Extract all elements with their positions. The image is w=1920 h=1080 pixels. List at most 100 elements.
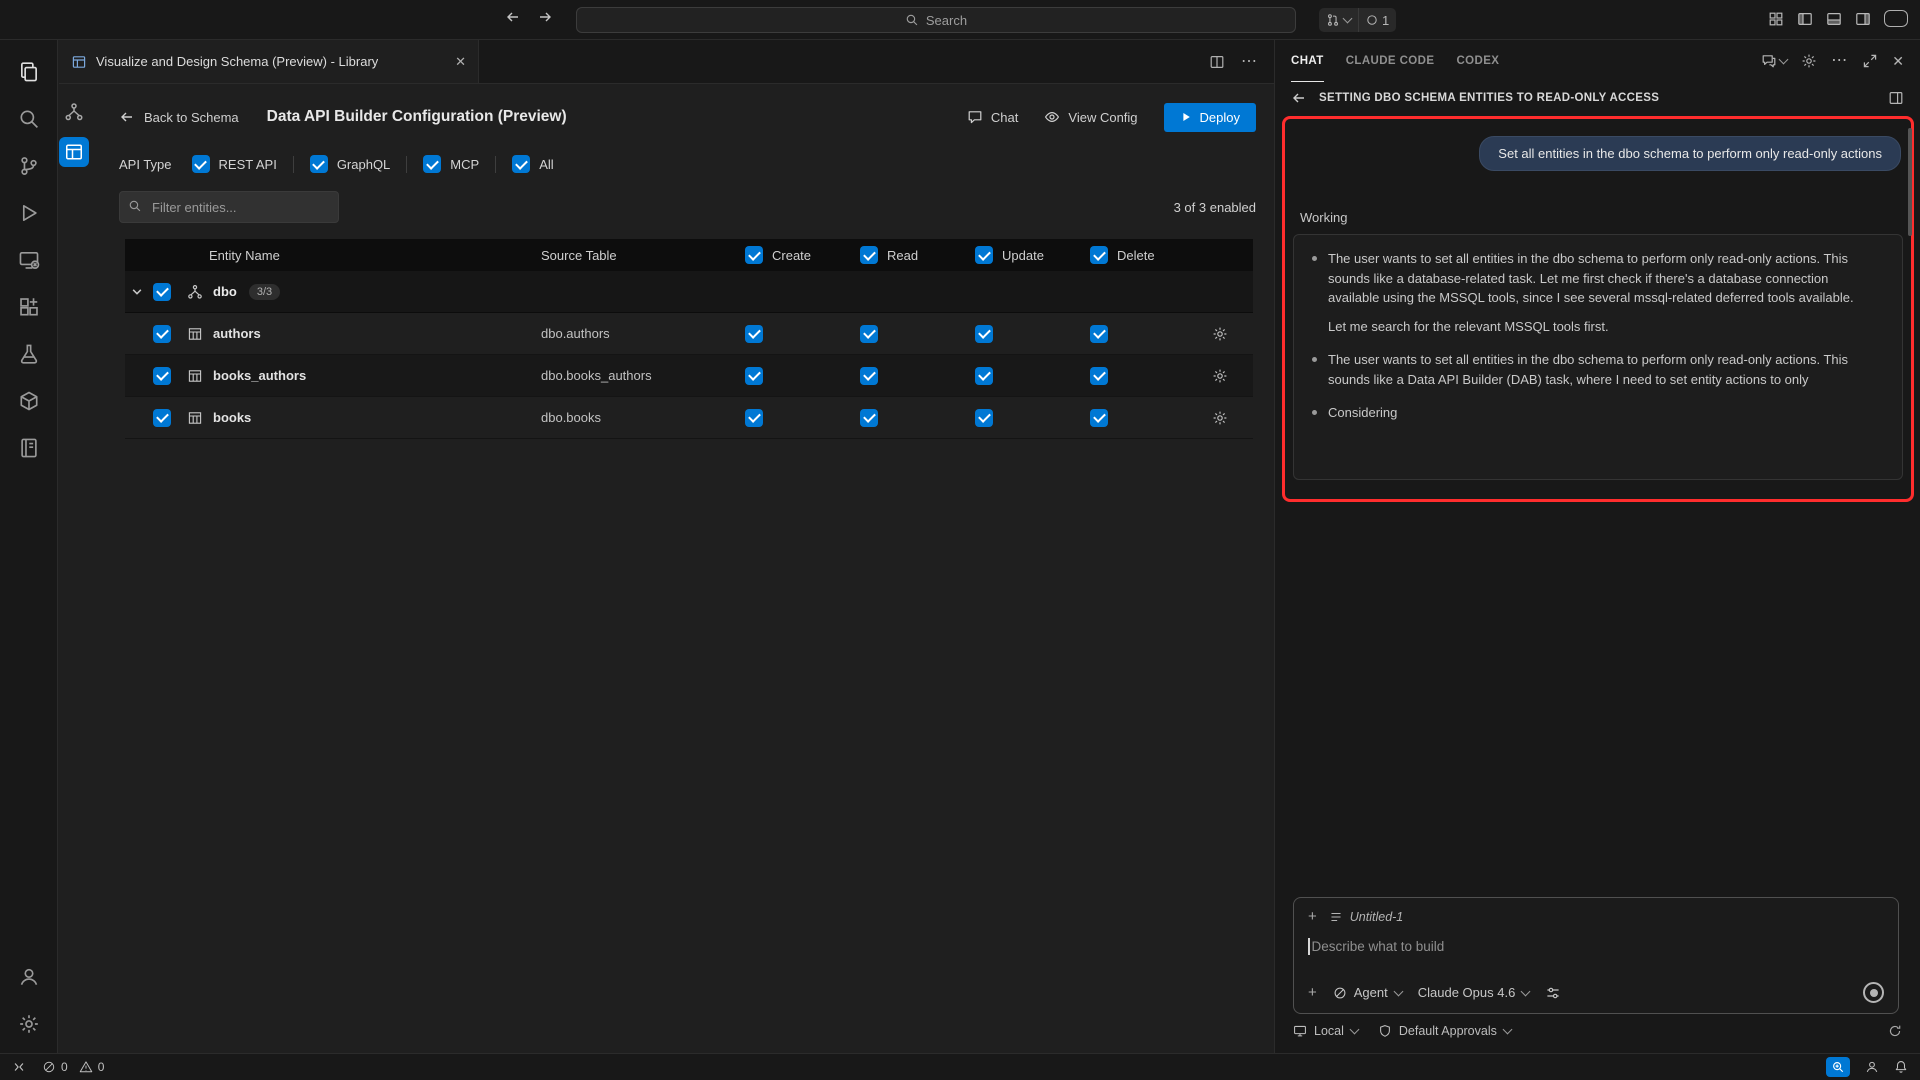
chat-prompt-input[interactable]: Describe what to build — [1308, 938, 1884, 955]
tab-close-icon[interactable]: ✕ — [455, 54, 466, 70]
model-picker-dropdown[interactable]: Claude Opus 4.6 — [1418, 985, 1530, 1000]
tab-chat[interactable]: CHAT — [1291, 40, 1324, 82]
notifications-bell-icon[interactable] — [1894, 1060, 1908, 1074]
nav-back-icon[interactable] — [505, 9, 521, 25]
view-config-button[interactable]: View Config — [1044, 109, 1137, 125]
remote-indicator-icon[interactable] — [12, 1060, 26, 1074]
delete-column-checkbox[interactable] — [1090, 246, 1108, 264]
accounts-icon[interactable] — [6, 953, 52, 1000]
attach-icon[interactable]: + — [1308, 984, 1317, 1001]
table-row[interactable]: authors dbo.authors — [125, 313, 1253, 355]
tab-codex[interactable]: CODEX — [1456, 40, 1499, 82]
delete-checkbox[interactable] — [1090, 367, 1108, 385]
maximize-panel-icon[interactable] — [1862, 53, 1878, 69]
open-in-editor-icon[interactable] — [1888, 90, 1904, 106]
read-checkbox[interactable] — [860, 367, 878, 385]
schema-group-checkbox[interactable] — [153, 283, 171, 301]
agent-mode-dropdown[interactable]: Agent — [1333, 985, 1402, 1000]
customize-layout-icon[interactable] — [1768, 11, 1784, 27]
schema-group-row[interactable]: dbo 3/3 — [125, 271, 1253, 313]
row-enable-checkbox[interactable] — [153, 409, 171, 427]
tab-visualize-schema[interactable]: Visualize and Design Schema (Preview) - … — [59, 40, 479, 83]
remote-explorer-icon[interactable] — [6, 236, 52, 283]
row-enable-checkbox[interactable] — [153, 367, 171, 385]
create-checkbox[interactable] — [745, 367, 763, 385]
api-builder-tool-icon[interactable] — [59, 137, 89, 167]
create-checkbox[interactable] — [745, 409, 763, 427]
command-center-search[interactable]: Search — [576, 7, 1296, 33]
tools-sliders-icon[interactable] — [1545, 985, 1561, 1001]
approvals-dropdown[interactable]: Default Approvals — [1378, 1024, 1511, 1038]
toggle-panel-icon[interactable] — [1826, 11, 1842, 27]
sync-status-button[interactable]: 1 — [1358, 8, 1396, 32]
delete-checkbox[interactable] — [1090, 409, 1108, 427]
row-enable-checkbox[interactable] — [153, 325, 171, 343]
accounts-globe-icon[interactable] — [1865, 1060, 1879, 1074]
row-settings-gear-icon[interactable] — [1187, 368, 1253, 384]
update-checkbox[interactable] — [975, 409, 993, 427]
refresh-icon[interactable] — [1888, 1024, 1902, 1038]
create-column-checkbox[interactable] — [745, 246, 763, 264]
graphql-checkbox[interactable] — [310, 155, 328, 173]
back-to-schema-button[interactable]: Back to Schema — [119, 109, 239, 125]
tab-claude-code[interactable]: CLAUDE CODE — [1346, 40, 1435, 82]
nav-forward-icon[interactable] — [537, 9, 553, 25]
toggle-secondary-sidebar-icon[interactable] — [1855, 11, 1871, 27]
problems-indicator[interactable]: 0 0 — [42, 1060, 104, 1074]
chat-more-actions-icon[interactable]: ⋯ — [1831, 56, 1848, 66]
more-actions-icon[interactable]: ⋯ — [1241, 57, 1258, 67]
chat-button[interactable]: Chat — [967, 109, 1018, 125]
chat-mode-dropdown[interactable] — [1761, 53, 1787, 69]
api-option-graphql[interactable]: GraphQL — [310, 155, 390, 173]
split-editor-icon[interactable] — [1209, 54, 1225, 70]
row-settings-gear-icon[interactable] — [1187, 326, 1253, 342]
chat-input-box[interactable]: + Untitled-1 Describe what to build + Ag… — [1293, 897, 1899, 1014]
update-checkbox[interactable] — [975, 325, 993, 343]
toggle-sidebar-icon[interactable] — [1797, 11, 1813, 27]
environment-dropdown[interactable]: Local — [1293, 1024, 1358, 1038]
schema-graph-tool-icon[interactable] — [59, 97, 89, 127]
row-settings-gear-icon[interactable] — [1187, 410, 1253, 426]
read-checkbox[interactable] — [860, 325, 878, 343]
api-option-mcp[interactable]: MCP — [423, 155, 479, 173]
all-checkbox[interactable] — [512, 155, 530, 173]
read-column-checkbox[interactable] — [860, 246, 878, 264]
package-cube-icon[interactable] — [6, 377, 52, 424]
zoom-indicator[interactable] — [1826, 1057, 1850, 1077]
add-context-icon[interactable]: + — [1308, 908, 1317, 925]
chat-settings-gear-icon[interactable] — [1801, 53, 1817, 69]
filter-entities-input[interactable] — [119, 191, 339, 223]
delete-checkbox[interactable] — [1090, 325, 1108, 343]
search-view-icon[interactable] — [6, 95, 52, 142]
rest-api-checkbox[interactable] — [192, 155, 210, 173]
stop-send-button[interactable] — [1863, 982, 1884, 1003]
close-panel-icon[interactable]: ✕ — [1892, 53, 1904, 70]
thinking-item: The user wants to set all entities in th… — [1310, 249, 1882, 336]
source-control-icon[interactable] — [6, 142, 52, 189]
update-column-checkbox[interactable] — [975, 246, 993, 264]
context-chip[interactable]: Untitled-1 — [1329, 910, 1404, 924]
chevron-down-icon — [1779, 55, 1789, 65]
api-option-all[interactable]: All — [512, 155, 553, 173]
comment-discussion-icon — [1761, 53, 1777, 69]
extensions-icon[interactable] — [6, 283, 52, 330]
table-row[interactable]: books dbo.books — [125, 397, 1253, 439]
update-column-header: Update — [957, 246, 1072, 264]
thread-back-icon[interactable] — [1291, 90, 1307, 106]
testing-icon[interactable] — [6, 330, 52, 377]
settings-gear-icon[interactable] — [6, 1000, 52, 1047]
deploy-button[interactable]: Deploy — [1164, 103, 1256, 132]
create-checkbox[interactable] — [745, 325, 763, 343]
table-row[interactable]: books_authors dbo.books_authors — [125, 355, 1253, 397]
update-checkbox[interactable] — [975, 367, 993, 385]
api-option-rest[interactable]: REST API — [192, 155, 277, 173]
mcp-checkbox[interactable] — [423, 155, 441, 173]
read-checkbox[interactable] — [860, 409, 878, 427]
explorer-icon[interactable] — [6, 48, 52, 95]
branch-menu-button[interactable] — [1319, 8, 1358, 32]
run-debug-icon[interactable] — [6, 189, 52, 236]
chat-scrollbar[interactable] — [1908, 128, 1912, 236]
chevron-down-icon[interactable] — [131, 286, 143, 298]
profile-badge[interactable] — [1884, 10, 1908, 27]
notebook-icon[interactable] — [6, 424, 52, 471]
